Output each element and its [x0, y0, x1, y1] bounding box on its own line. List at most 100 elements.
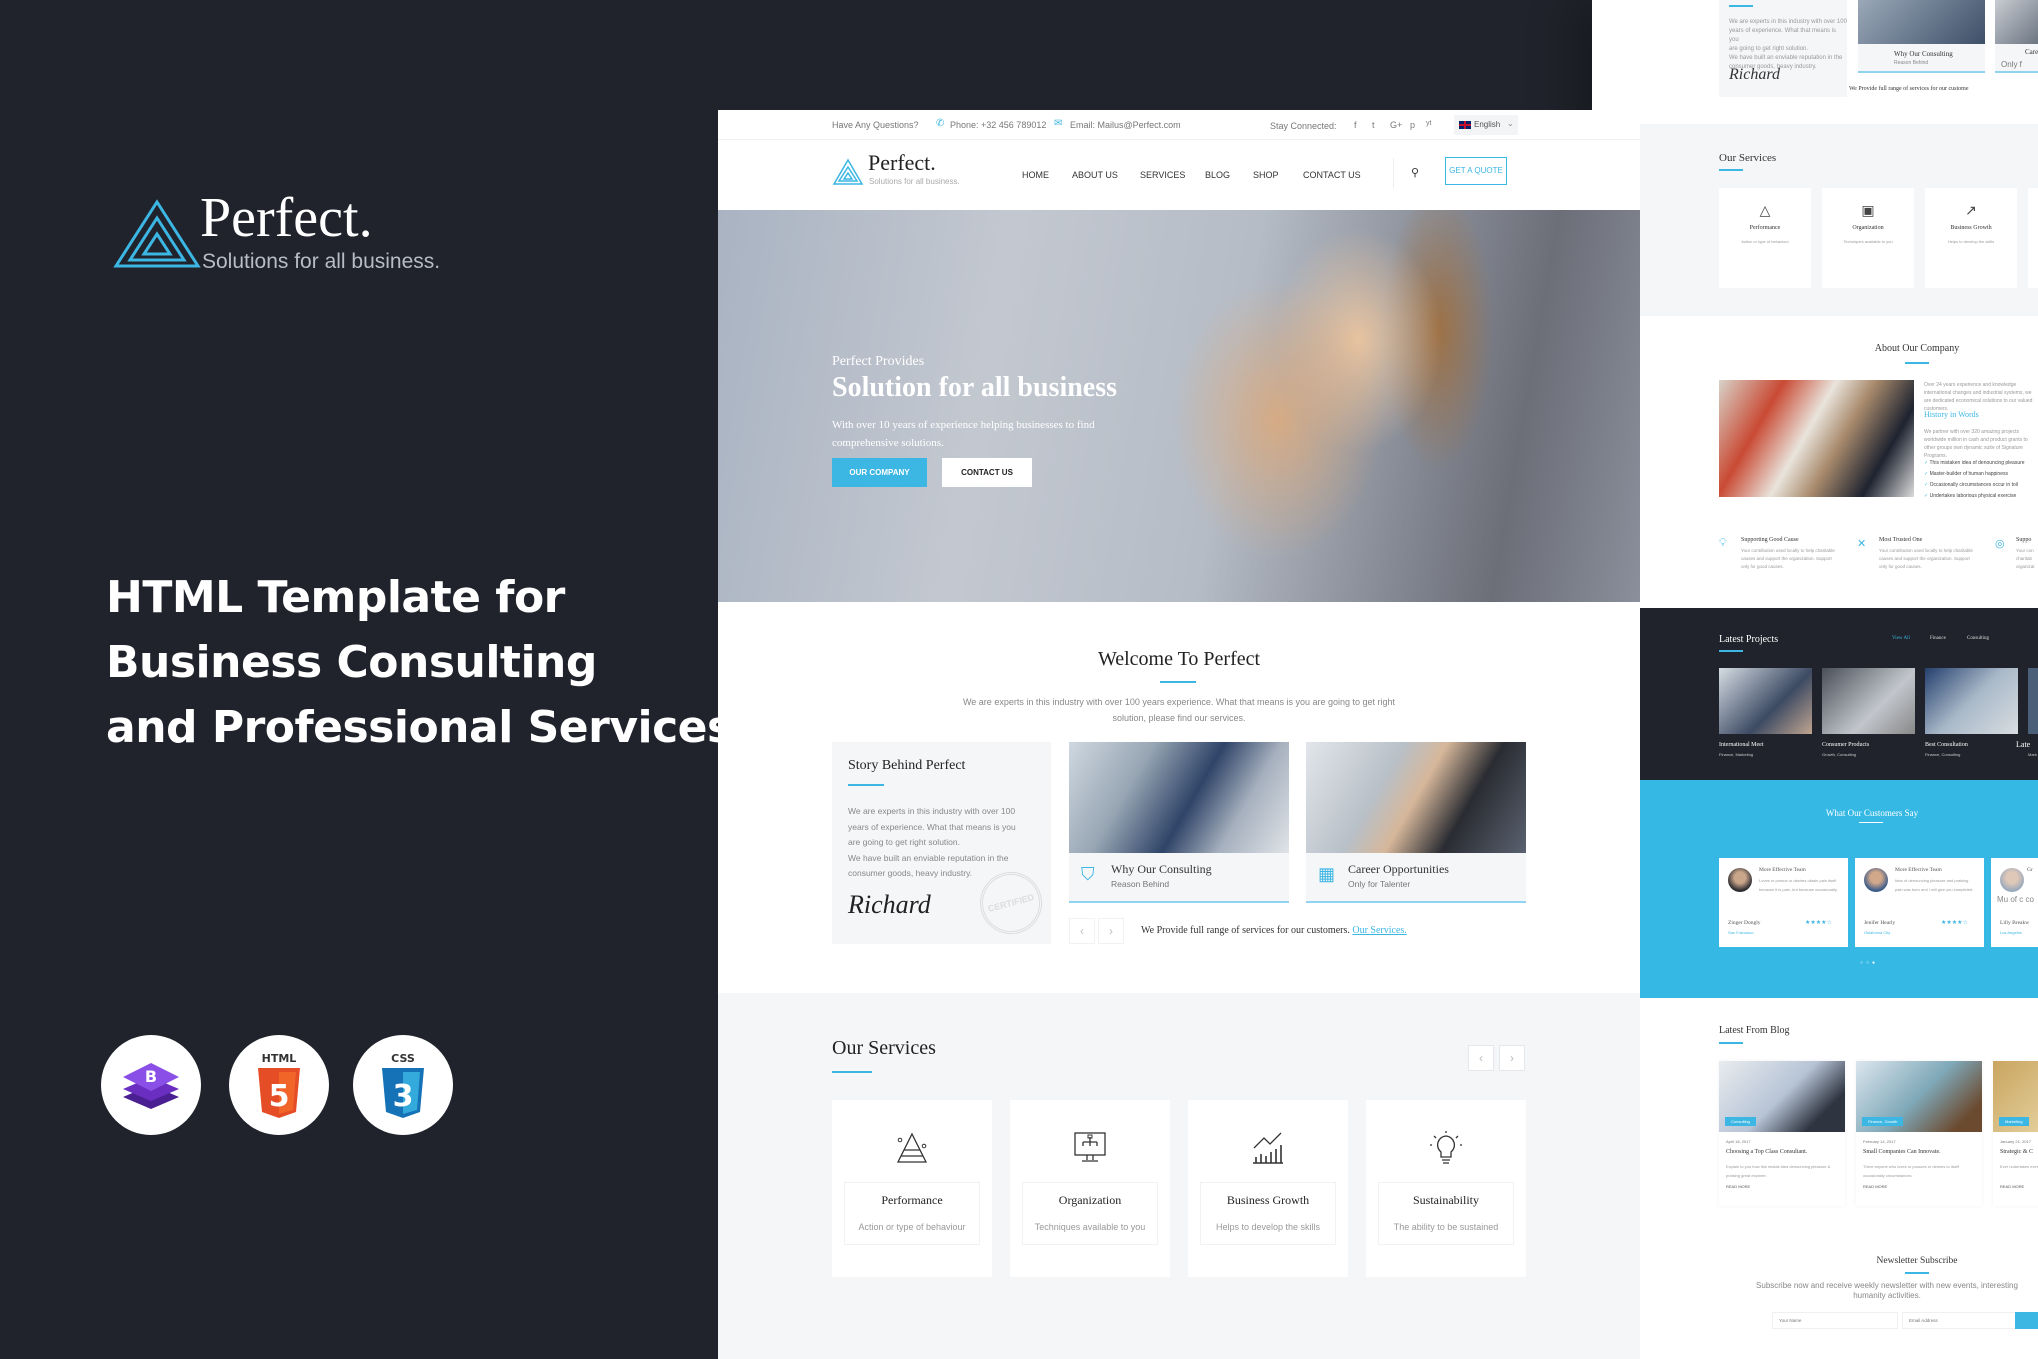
svg-text:B: B	[145, 1067, 157, 1086]
language-select[interactable]: English ⌄	[1454, 115, 1518, 135]
chevron-down-icon: ⌄	[1507, 119, 1514, 128]
signature: Richard	[1729, 66, 1780, 83]
phone-icon: ✆	[936, 118, 945, 129]
read-more-link[interactable]: READ MORE	[1863, 1184, 1887, 1189]
page-preview-panel: We are experts in this industry with ove…	[1592, 0, 2038, 1359]
search-icon[interactable]: ⚲	[1411, 166, 1419, 179]
email-link[interactable]: Email: Mailus@Perfect.com	[1070, 120, 1181, 130]
about-checklist: ✓ This mistaken idea of denouncing pleas…	[1924, 460, 2025, 499]
services-preview: Our Services △ Performance Action or type …	[1592, 124, 2038, 316]
about-title: About Our Company	[1874, 343, 1960, 354]
bootstrap-badge: B	[101, 1035, 201, 1135]
rating-stars: ★★★★☆	[1941, 920, 1968, 926]
project-title: Late	[2016, 740, 2031, 749]
next-arrow-button[interactable]: ›	[1098, 918, 1124, 944]
nav-home[interactable]: HOME	[1022, 170, 1049, 180]
story-box: We are experts in this industry with ove…	[1719, 0, 1847, 97]
org-chart-monitor-icon	[1074, 1132, 1106, 1162]
tools-icon: ✕	[1857, 538, 1867, 550]
headline-line: HTML Template for	[106, 572, 565, 623]
career-card[interactable]: ▦ Career Opportunities Only for Talenter	[1306, 742, 1526, 903]
twitter-icon[interactable]: t	[1372, 120, 1375, 130]
carousel-dots[interactable]: ○○●	[1860, 960, 1878, 966]
blog-card: Finance, Growth February 14, 2017 Small …	[1856, 1061, 1982, 1206]
headline-line: Business Consulting	[106, 637, 597, 688]
google-plus-icon[interactable]: G+	[1390, 120, 1402, 130]
service-card-sustainability[interactable]: Sustainability The ability to be sustaine…	[1366, 1100, 1526, 1277]
newsletter-email-input[interactable]: Email Address	[1902, 1312, 2028, 1329]
read-more-link[interactable]: READ MORE	[1726, 1184, 1750, 1189]
services-title: Our Services	[832, 1037, 936, 1059]
headline-line: and Professional Services	[106, 702, 733, 753]
testimonial-text: Mu of c co	[1997, 895, 2034, 904]
triangle-logo-icon	[113, 199, 201, 268]
service-card-business-growth[interactable]: Business Growth Helps to develop the skil…	[1188, 1100, 1348, 1277]
blog-card: Consulting April 18, 2017 Choosing a Top…	[1719, 1061, 1845, 1206]
html5-icon: HTML 5	[258, 1052, 300, 1118]
facebook-icon[interactable]: f	[1354, 120, 1357, 130]
our-company-button[interactable]: OUR COMPANY	[832, 458, 927, 487]
read-more-link[interactable]: READ MORE	[2000, 1184, 2024, 1189]
welcome-title: Welcome To Perfect	[1097, 648, 1261, 670]
svg-text:CSS: CSS	[391, 1052, 415, 1065]
testimonial-card: More Effective Team Idea of denouncing p…	[1855, 858, 1984, 947]
preview-service-card: ↗ Business Growth Helps to develop the ski…	[1925, 188, 2017, 288]
blog-card: Marketing January 21, 2017 Strategic & C…	[1993, 1061, 2038, 1206]
contact-us-button[interactable]: CONTACT US	[942, 458, 1032, 487]
monitor-chart-icon: ▦	[1318, 864, 1336, 884]
hero-title: Solution for all business	[832, 372, 1118, 403]
bootstrap-icon: B	[123, 1063, 179, 1109]
svg-text:HTML: HTML	[262, 1052, 297, 1065]
nav-blog[interactable]: BLOG	[1205, 170, 1230, 180]
filter-consulting[interactable]: Consulting	[1967, 636, 1989, 641]
service-card-organization[interactable]: Organization Techniques available to you	[1010, 1100, 1170, 1277]
testimonials-preview: What Our Customers Say More Effective Te…	[1592, 780, 2038, 998]
target-icon: ◎	[1995, 538, 2005, 550]
lightbulb-icon	[1430, 1131, 1462, 1164]
triangle-logo-icon	[832, 158, 864, 185]
html5-badge: HTML 5	[229, 1035, 329, 1135]
css3-badge: CSS 3	[353, 1035, 453, 1135]
service-card-performance[interactable]: Performance Action or type of behaviour	[832, 1100, 992, 1277]
consulting-card[interactable]: ⛉ Why Our Consulting Reason Behind	[1069, 742, 1289, 903]
services-prev-button[interactable]: ‹	[1468, 1045, 1494, 1071]
svg-text:3: 3	[393, 1079, 414, 1114]
subscribe-button[interactable]	[2015, 1312, 2038, 1329]
pinterest-icon[interactable]: p	[1410, 120, 1415, 130]
nav-contact-us[interactable]: CONTACT US	[1303, 170, 1361, 180]
nav-about-us[interactable]: ABOUT US	[1072, 170, 1118, 180]
nav-brand[interactable]: Perfect.	[868, 150, 936, 176]
pyramid-icon	[896, 1132, 928, 1163]
main-nav: Perfect. Solutions for all business. HOM…	[718, 140, 1640, 210]
top-bar: Have Any Questions? ✆ Phone: +32 456 789…	[718, 110, 1640, 140]
youtube-icon[interactable]: yt	[1426, 120, 1431, 127]
rating-stars: ★★★★☆	[1805, 920, 1832, 926]
newsletter-title: Newsletter Subscribe	[1876, 1256, 1958, 1266]
filter-view-all[interactable]: View All	[1892, 636, 1910, 641]
career-card-sub: Only f	[2001, 60, 2022, 69]
signature: Richard	[848, 890, 931, 919]
preview-service-card: ▣ Organization Techniques available to you	[1822, 188, 1914, 288]
uk-flag-icon	[1459, 121, 1471, 129]
projects-preview: Latest Projects View All Finance Consult…	[1592, 608, 2038, 780]
services-next-button[interactable]: ›	[1499, 1045, 1525, 1071]
prev-arrow-button[interactable]: ‹	[1069, 918, 1095, 944]
main-page-mockup: Have Any Questions? ✆ Phone: +32 456 789…	[718, 110, 1640, 1359]
career-card: Care Only f	[1995, 0, 2038, 73]
nav-services[interactable]: SERVICES	[1140, 170, 1185, 180]
mail-icon: ✉	[1054, 118, 1063, 129]
brand-tagline: Solutions for all business.	[202, 250, 441, 273]
newsletter-text: Subscribe now and receive weekly newslet…	[1756, 1281, 2018, 1300]
css3-icon: CSS 3	[382, 1052, 424, 1118]
lightbulb-icon: 💡︎	[1719, 537, 1727, 549]
growth-chart-icon	[1253, 1132, 1283, 1164]
newsletter-name-input[interactable]: Your Name	[1772, 1312, 1898, 1329]
hero-banner: Perfect Provides Solution for all busine…	[718, 210, 1640, 602]
our-services-link[interactable]: Our Services.	[1352, 925, 1406, 936]
about-features: 💡︎ Supporting Good Cause Your contributi…	[1719, 537, 2035, 569]
story-text: We are experts in this industry with ove…	[1729, 19, 1847, 70]
get-quote-button[interactable]: GET A QUOTE	[1445, 157, 1507, 185]
testimonial-card: More Effective Team Loves or pursue or d…	[1719, 858, 1848, 947]
nav-shop[interactable]: SHOP	[1253, 170, 1279, 180]
filter-finance[interactable]: Finance	[1930, 636, 1946, 641]
